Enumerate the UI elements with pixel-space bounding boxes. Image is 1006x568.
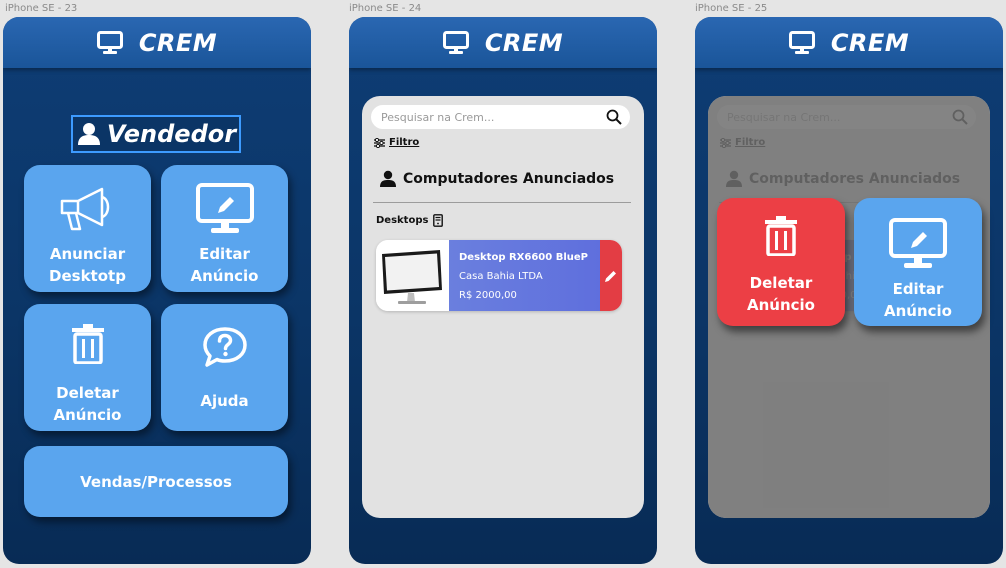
phone-listing-actions: CREM Pesquisar na Crem... Filtro	[695, 17, 1003, 564]
section-title: Computadores Anunciados	[379, 170, 614, 188]
listing-card[interactable]: Desktop RX6600 BlueP Casa Bahia LTDA R$ …	[376, 240, 622, 311]
popup-delete-label: Deletar Anúncio	[747, 274, 815, 314]
popup-delete-button[interactable]: Deletar Anúncio	[717, 198, 845, 326]
monitor-image-icon	[381, 249, 442, 304]
search-bar[interactable]: Pesquisar na Crem...	[371, 105, 630, 129]
listing-seller: Casa Bahia LTDA	[459, 271, 543, 282]
listing-name: Desktop RX6600 BlueP	[459, 252, 588, 263]
frame-label-2: iPhone SE - 24	[349, 3, 422, 14]
delete-listing-button[interactable]: Deletar Anúncio	[24, 304, 151, 431]
help-button[interactable]: Ajuda	[161, 304, 288, 431]
sales-processes-label: Vendas/Processos	[80, 472, 232, 491]
monitor-edit-icon	[195, 183, 254, 233]
user-icon	[380, 170, 396, 187]
seller-heading: Vendedor	[71, 115, 241, 153]
listing-price: R$ 2000,00	[459, 290, 517, 301]
pencil-icon	[605, 270, 616, 282]
trash-icon	[765, 216, 797, 256]
popup-edit-label: Editar Anúncio	[884, 280, 952, 320]
announce-desktop-label: Anunciar Desktotp	[49, 245, 126, 285]
delete-listing-label: Deletar Anúncio	[53, 384, 122, 424]
phone-listings: CREM Pesquisar na Crem... Filtro Computa…	[349, 17, 657, 564]
announce-desktop-button[interactable]: Anunciar Desktotp	[24, 165, 151, 292]
desktop-tower-icon	[433, 214, 444, 227]
edit-listing-button[interactable]: Editar Anúncio	[161, 165, 288, 292]
seller-heading-label: Vendedor	[106, 120, 237, 148]
listing-info: Desktop RX6600 BlueP Casa Bahia LTDA R$ …	[449, 240, 600, 311]
app-header: CREM	[349, 17, 657, 68]
edit-listing-label: Editar Anúncio	[190, 245, 259, 285]
listing-edit-button[interactable]	[600, 240, 622, 311]
category-heading: Desktops	[376, 214, 444, 227]
filter-link[interactable]: Filtro	[374, 137, 419, 148]
search-input[interactable]: Pesquisar na Crem...	[381, 111, 494, 124]
listings-card: Pesquisar na Crem... Filtro Computad	[362, 96, 644, 518]
monitor-edit-icon	[889, 218, 947, 268]
sales-processes-button[interactable]: Vendas/Processos	[24, 446, 288, 517]
trash-icon	[71, 324, 104, 364]
monitor-icon	[788, 30, 815, 54]
frame-label-3: iPhone SE - 25	[695, 3, 768, 14]
app-title: CREM	[830, 28, 910, 57]
user-icon	[77, 123, 100, 145]
help-bubble-icon	[202, 327, 247, 367]
app-header: CREM	[695, 17, 1003, 68]
monitor-icon	[96, 30, 123, 54]
help-label: Ajuda	[200, 392, 249, 410]
frame-label-1: iPhone SE - 23	[5, 3, 78, 14]
phone-seller-menu: CREM Vendedor Anunciar Desktotp Editar A…	[3, 17, 311, 564]
search-icon[interactable]	[606, 109, 622, 125]
listing-thumbnail	[376, 240, 449, 311]
filter-label[interactable]: Filtro	[389, 137, 419, 148]
app-header: CREM	[3, 17, 311, 68]
divider	[373, 202, 631, 203]
monitor-icon	[442, 30, 469, 54]
sliders-icon	[374, 137, 385, 148]
app-title: CREM	[484, 28, 564, 57]
category-label: Desktops	[376, 215, 429, 226]
section-title-label: Computadores Anunciados	[403, 171, 615, 187]
app-title: CREM	[138, 28, 218, 57]
popup-edit-button[interactable]: Editar Anúncio	[854, 198, 982, 326]
megaphone-icon	[60, 187, 109, 231]
